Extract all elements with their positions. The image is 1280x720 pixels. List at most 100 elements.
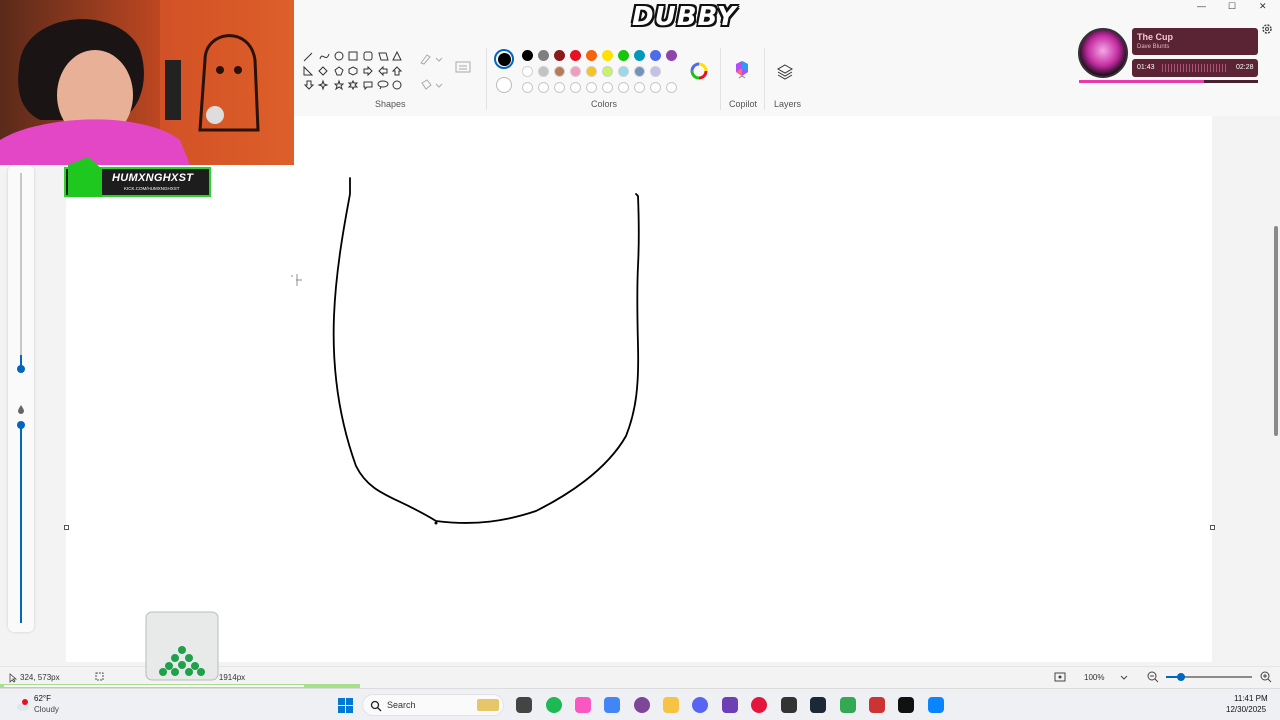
spotify-icon[interactable] (546, 697, 562, 713)
folder-icon[interactable] (663, 697, 679, 713)
custom-color-slot[interactable] (570, 82, 581, 93)
custom-color-slot[interactable] (650, 82, 661, 93)
song-info-panel: The Cup Dave Blunts (1132, 28, 1258, 55)
drawing-canvas[interactable] (64, 116, 1215, 662)
size-slider-thumb[interactable] (17, 365, 25, 373)
vertical-scrollbar-thumb[interactable] (1274, 226, 1278, 436)
app-icon[interactable] (781, 697, 797, 713)
color-swatch[interactable] (650, 50, 661, 61)
weather-temp[interactable]: 62°F (34, 694, 51, 703)
custom-color-slot[interactable] (634, 82, 645, 93)
color-swatch[interactable] (554, 66, 565, 77)
color-swatch[interactable] (586, 66, 597, 77)
zoom-slider[interactable] (1166, 673, 1252, 681)
color-swatch[interactable] (618, 66, 629, 77)
clock-time[interactable]: 11:41 PM (1234, 694, 1268, 703)
color-swatch[interactable] (538, 50, 549, 61)
maximize-button[interactable]: ☐ (1228, 1, 1236, 12)
settings-button[interactable] (1260, 22, 1274, 36)
color-swatch[interactable] (586, 50, 597, 61)
color-swatch[interactable] (554, 50, 565, 61)
music-icon[interactable] (575, 697, 591, 713)
layers-button[interactable] (776, 63, 794, 81)
color-swatch[interactable] (570, 50, 581, 61)
shapes-gallery[interactable] (302, 49, 406, 95)
paint-icon[interactable] (928, 697, 944, 713)
custom-color-slot[interactable] (666, 82, 677, 93)
custom-color-slot[interactable] (586, 82, 597, 93)
resize-handle-left[interactable] (64, 525, 69, 530)
color-swatch[interactable] (522, 50, 533, 61)
zoom-out-icon[interactable] (1147, 671, 1159, 683)
chrome-icon[interactable] (604, 697, 620, 713)
selected-color-dot (497, 52, 511, 66)
opacity-slider-track[interactable] (20, 423, 22, 623)
fill-button[interactable] (418, 78, 444, 92)
taskbar: 62°F Cloudy Search 11:41 PM 12/30/2025 (0, 688, 1280, 720)
copilot-button[interactable] (733, 60, 751, 80)
clock-date[interactable]: 12/30/2025 (1226, 705, 1266, 714)
weather-icon (14, 697, 30, 713)
webcam-image (0, 0, 294, 165)
opera-icon[interactable] (751, 697, 767, 713)
song-waveform (1162, 64, 1228, 72)
terminal-icon[interactable] (898, 697, 914, 713)
copilot-icon (736, 61, 748, 79)
chrome-alt-icon[interactable] (840, 697, 856, 713)
layers-group-label: Layers (774, 99, 802, 109)
search-icon (370, 700, 382, 712)
custom-color-slot[interactable] (538, 82, 549, 93)
discord-icon[interactable] (692, 697, 708, 713)
vertical-scrollbar[interactable] (1272, 116, 1280, 666)
custom-color-slot[interactable] (554, 82, 565, 93)
custom-color-slot[interactable] (522, 82, 533, 93)
shapes-group-label: Shapes (375, 99, 406, 109)
color-swatch[interactable] (538, 66, 549, 77)
zoom-select[interactable]: 100% (1078, 669, 1133, 685)
outline-button[interactable] (418, 52, 444, 66)
secondary-color-indicator[interactable] (496, 77, 512, 93)
color-swatch[interactable] (650, 66, 661, 77)
resize-handle-right[interactable] (1210, 525, 1215, 530)
tor-icon[interactable] (634, 697, 650, 713)
file-explorer-icon[interactable] (516, 697, 532, 713)
cursor-position-icon (9, 673, 18, 683)
size-slider-track[interactable] (20, 173, 22, 368)
search-placeholder: Search (387, 700, 416, 710)
start-button[interactable] (338, 698, 353, 713)
ribbon-divider (764, 48, 765, 110)
color-swatch[interactable] (666, 50, 677, 61)
song-progress-fill (1079, 80, 1205, 83)
color-swatch[interactable] (602, 50, 613, 61)
shape-style-button[interactable] (454, 60, 474, 76)
opacity-slider-thumb[interactable] (17, 421, 25, 429)
custom-color-slot[interactable] (618, 82, 629, 93)
tool-icon[interactable] (869, 697, 885, 713)
zoom-in-icon[interactable] (1260, 671, 1272, 683)
layers-icon (776, 64, 794, 80)
song-title: The Cup (1137, 32, 1173, 42)
color-swatch[interactable] (602, 66, 613, 77)
selected-color-indicator[interactable] (494, 49, 514, 69)
ribbon-divider (720, 48, 721, 110)
search-highlight-icon (477, 699, 499, 711)
shape-style-icon (455, 61, 471, 73)
custom-color-slot[interactable] (602, 82, 613, 93)
zoom-slider-thumb[interactable] (1177, 673, 1185, 681)
close-button[interactable]: ✕ (1259, 1, 1267, 12)
ribbon-divider (486, 48, 487, 110)
edit-colors-button[interactable] (690, 62, 708, 80)
steam-icon[interactable] (810, 697, 826, 713)
search-box[interactable]: Search (362, 694, 504, 716)
color-swatch[interactable] (634, 66, 645, 77)
minimize-button[interactable]: — (1197, 1, 1206, 11)
color-swatch[interactable] (634, 50, 645, 61)
color-swatch[interactable] (618, 50, 629, 61)
color-swatch[interactable] (570, 66, 581, 77)
cursor-position: 324, 573px (20, 673, 60, 682)
obs-icon[interactable] (722, 697, 738, 713)
fit-to-window-icon[interactable] (1054, 671, 1066, 683)
streamer-name-tag: HUMXNGHXST KICK.COM/HUMXNGHXST (64, 157, 211, 197)
color-swatch[interactable] (522, 66, 533, 77)
weather-desc[interactable]: Cloudy (34, 705, 59, 714)
